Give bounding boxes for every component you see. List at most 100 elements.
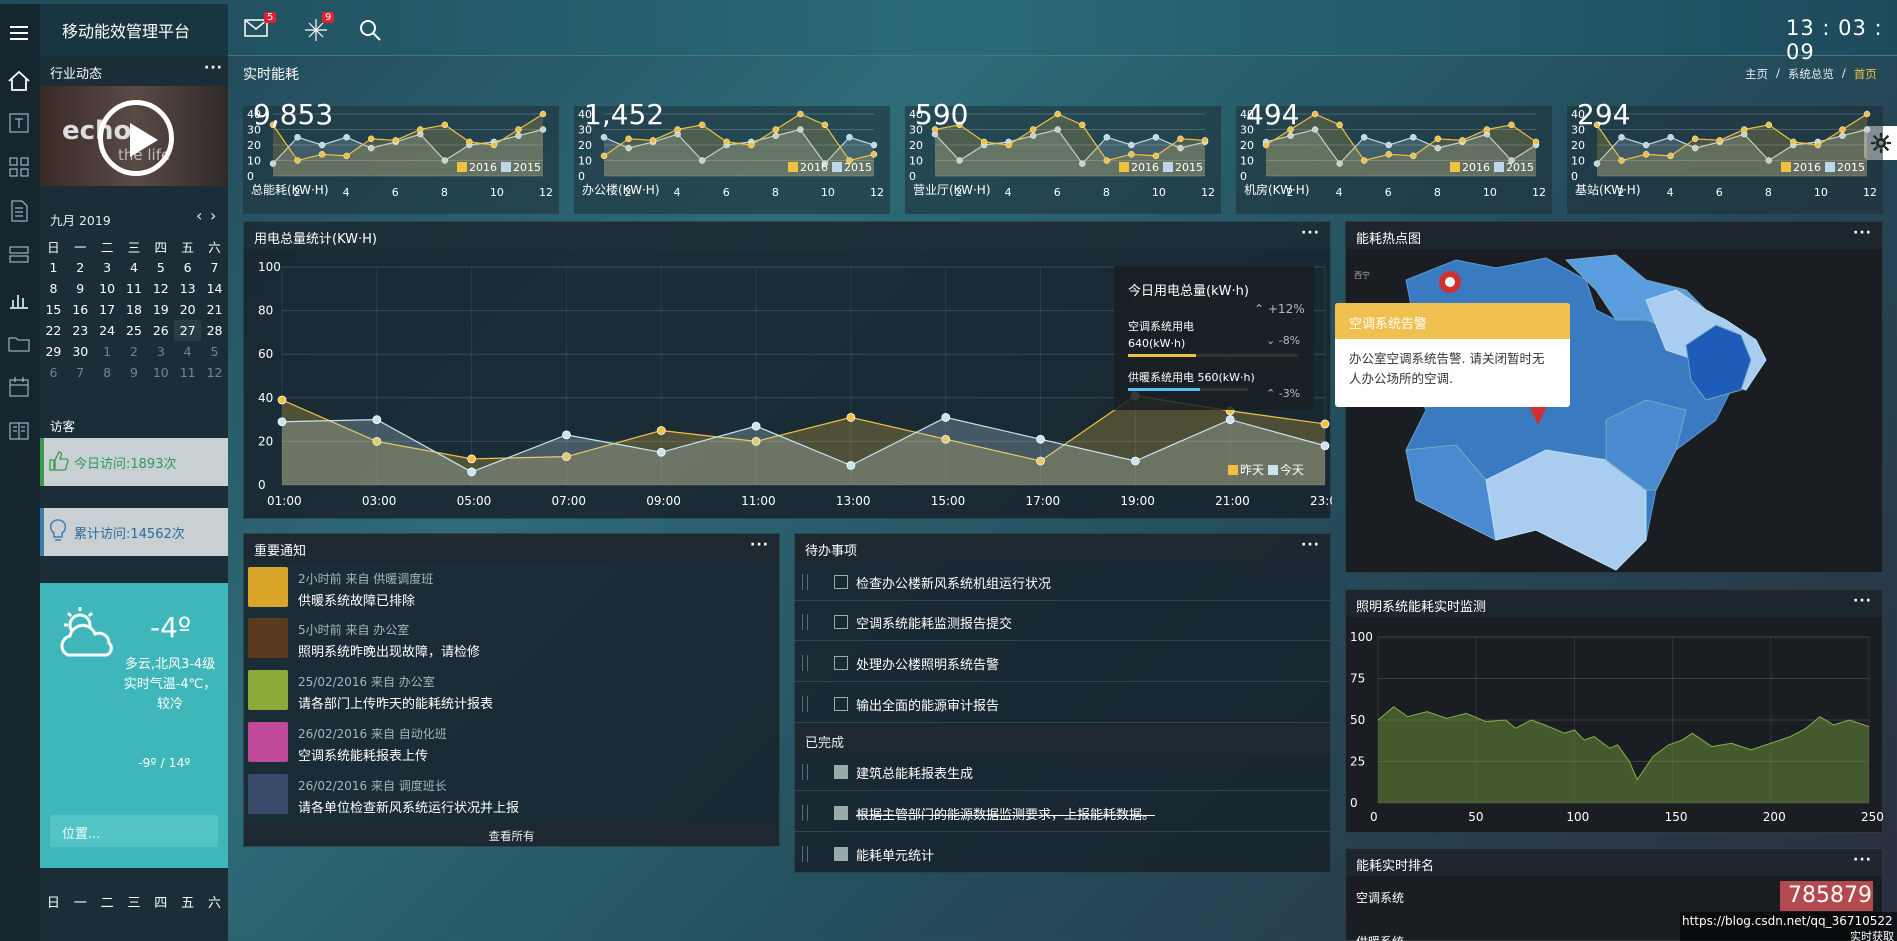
calendar-day[interactable]: 6 (40, 362, 67, 383)
folder-icon[interactable] (6, 330, 32, 356)
calendar-day[interactable]: 3 (94, 257, 121, 278)
calendar-day[interactable]: 30 (67, 341, 94, 362)
drag-handle[interactable] (802, 846, 808, 862)
y-tick-label: 25 (1350, 755, 1365, 769)
text-icon[interactable] (6, 110, 32, 136)
calendar-day[interactable]: 9 (67, 278, 94, 299)
notice-item[interactable]: 26/02/2016 来自 自动化班 空调系统能耗报表上传 (246, 719, 776, 767)
todo-checkbox[interactable] (834, 615, 848, 629)
mail-button[interactable]: 5 (244, 12, 277, 40)
todo-checkbox[interactable] (834, 697, 848, 711)
calendar-day[interactable]: 17 (94, 299, 121, 320)
calendar-day[interactable]: 7 (201, 257, 228, 278)
server-icon[interactable] (6, 242, 32, 268)
calendar-day[interactable]: 2 (121, 341, 148, 362)
calendar-day[interactable]: 13 (174, 278, 201, 299)
news-menu-dots[interactable]: ··· (204, 60, 223, 76)
search-icon[interactable] (358, 18, 382, 42)
calendar-day[interactable]: 2 (67, 257, 94, 278)
data-point (318, 151, 326, 158)
breadcrumb-overview[interactable]: 系统总览 (1788, 66, 1834, 82)
calendar-day[interactable]: 22 (40, 320, 67, 341)
panel-menu-dots[interactable]: ··· (750, 537, 769, 553)
calendar-day[interactable]: 5 (201, 341, 228, 362)
calendar-day[interactable]: 19 (147, 299, 174, 320)
calendar-day[interactable]: 6 (174, 257, 201, 278)
calendar-day[interactable]: 1 (40, 257, 67, 278)
grid-icon[interactable] (6, 154, 32, 180)
calendar-day[interactable]: 27 (174, 320, 202, 341)
calendar-day[interactable]: 12 (147, 278, 174, 299)
calendar-day[interactable]: 18 (121, 299, 148, 320)
calendar-day[interactable]: 11 (174, 362, 201, 383)
breadcrumb-home[interactable]: 主页 (1745, 66, 1768, 82)
x-tick-label: 09:00 (646, 494, 681, 508)
document-icon[interactable] (6, 198, 32, 224)
calendar-day[interactable]: 1 (94, 341, 121, 362)
calendar-icon[interactable] (6, 374, 32, 400)
todo-checkbox[interactable] (834, 806, 848, 820)
calendar-day[interactable]: 15 (40, 299, 67, 320)
calendar-day[interactable]: 26 (147, 320, 174, 341)
province-map[interactable]: 西宁 (1346, 250, 1884, 574)
tasks-button[interactable]: 9 (304, 12, 335, 42)
calendar-day[interactable]: 8 (94, 362, 121, 383)
menu-icon[interactable] (6, 20, 32, 46)
drag-handle[interactable] (802, 805, 808, 821)
calendar-day[interactable]: 11 (121, 278, 148, 299)
panel-menu-dots[interactable]: ··· (1853, 225, 1872, 241)
calendar-day[interactable]: 10 (147, 362, 174, 383)
notice-item[interactable]: 25/02/2016 来自 办公室 请各部门上传昨天的能耗统计报表 (246, 667, 776, 715)
data-point (1336, 121, 1343, 129)
drag-handle[interactable] (802, 764, 808, 780)
calendar-day[interactable]: 12 (201, 362, 228, 383)
drag-handle[interactable] (802, 614, 808, 630)
drag-handle[interactable] (802, 574, 808, 590)
calendar-day[interactable]: 5 (147, 257, 174, 278)
calendar-day[interactable]: 28 (201, 320, 228, 341)
data-point (748, 141, 755, 149)
calendar-day[interactable]: 9 (121, 362, 148, 383)
kpi-value: 9,853 (253, 98, 334, 131)
chart-icon[interactable] (6, 286, 32, 312)
calendar-day[interactable]: 23 (67, 320, 94, 341)
alert-tooltip: 空调系统告警 办公室空调系统告警. 请关闭暂时无人办公场所的空调. (1335, 303, 1570, 407)
calendar-day[interactable]: 29 (40, 341, 67, 362)
todo-checkbox[interactable] (834, 847, 848, 861)
calendar-day[interactable]: 4 (174, 341, 201, 362)
calendar-day[interactable]: 10 (94, 278, 121, 299)
calendar-day[interactable]: 4 (121, 257, 148, 278)
calendar-day[interactable]: 14 (201, 278, 228, 299)
calendar-day[interactable]: 16 (67, 299, 94, 320)
notice-item[interactable]: 5小时前 来自 办公室 照明系统昨晚出现故障，请检修 (246, 615, 776, 663)
chevron-left-icon[interactable]: ‹ (196, 206, 202, 225)
panel-menu-dots[interactable]: ··· (1853, 852, 1872, 868)
calendar-day[interactable]: 25 (121, 320, 148, 341)
calendar-day[interactable]: 3 (147, 341, 174, 362)
todo-checkbox[interactable] (834, 765, 848, 779)
view-all-link[interactable]: 查看所有 (244, 824, 779, 846)
drag-handle[interactable] (802, 696, 808, 712)
todo-checkbox[interactable] (834, 575, 848, 589)
drag-handle[interactable] (802, 655, 808, 671)
panel-menu-dots[interactable]: ··· (1301, 537, 1320, 553)
location-input[interactable]: 位置... (50, 815, 218, 847)
todo-checkbox[interactable] (834, 656, 848, 670)
y-tick-label: 10 (909, 155, 923, 168)
data-point (1716, 137, 1723, 144)
notice-item[interactable]: 26/02/2016 来自 调度班长 请各单位检查新风系统运行状况并上报 (246, 771, 776, 819)
data-point (1054, 110, 1061, 118)
notice-item[interactable]: 2小时前 来自 供暖调度班 供暖系统故障已排除 (246, 564, 776, 612)
calendar-day[interactable]: 21 (201, 299, 228, 320)
calendar-day[interactable]: 20 (174, 299, 201, 320)
calendar-day[interactable]: 7 (67, 362, 94, 383)
calendar-day[interactable]: 24 (94, 320, 121, 341)
x-tick-label: 100 (1566, 810, 1589, 824)
map-pin-icon[interactable] (1439, 271, 1461, 293)
data-point (1508, 121, 1515, 129)
play-icon[interactable] (98, 100, 174, 176)
calendar-day[interactable]: 8 (40, 278, 67, 299)
home-icon[interactable] (6, 68, 32, 94)
list-icon[interactable] (6, 418, 32, 444)
chevron-right-icon[interactable]: › (210, 206, 216, 225)
